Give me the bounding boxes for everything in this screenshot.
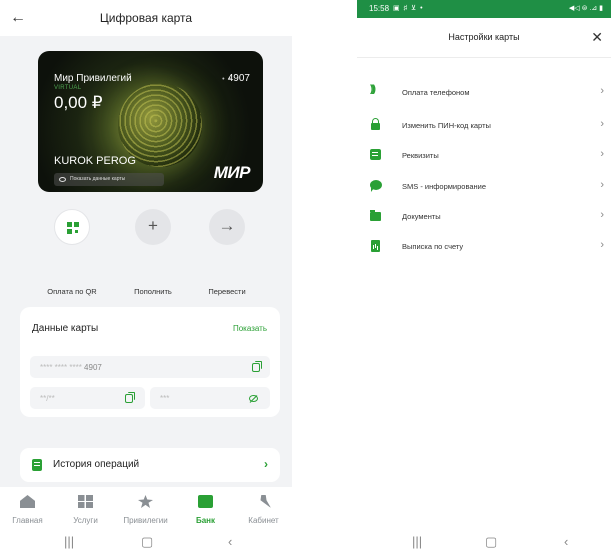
menu-item-label: Изменить ПИН-код карты — [402, 121, 491, 130]
digital-card-screen: ← Цифровая карта Мир Привилегий VIRTUAL … — [0, 0, 292, 558]
eye-off-icon[interactable] — [249, 395, 258, 402]
bottom-tab-bar: Главная Услуги Привилегии Банк Кабинет — [0, 487, 292, 527]
top-up-button[interactable]: + — [135, 209, 171, 245]
grid-icon — [78, 495, 93, 508]
chevron-right-icon: › — [264, 457, 268, 471]
copy-icon[interactable] — [125, 392, 135, 403]
recents-icon[interactable]: ||| — [64, 534, 74, 549]
qr-icon — [67, 222, 79, 234]
document-icon — [370, 149, 381, 160]
pay-by-qr-button[interactable] — [54, 209, 90, 245]
card-details-title: Данные карты — [32, 323, 99, 334]
top-up-label: Пополнить — [134, 287, 172, 296]
tab-home-label: Главная — [12, 516, 43, 525]
cvv-mask: *** — [160, 394, 170, 403]
tab-home[interactable]: Главная — [0, 487, 55, 527]
expiry-field[interactable]: **/** — [30, 387, 145, 409]
chevron-right-icon: › — [600, 148, 604, 160]
menu-item-label: Документы — [402, 212, 441, 221]
user-icon — [256, 495, 271, 508]
top-bar: ← Цифровая карта — [0, 0, 292, 36]
chevron-right-icon: › — [600, 239, 604, 251]
card-type: VIRTUAL — [54, 85, 82, 91]
page-title: Настройки карты — [448, 32, 520, 42]
menu-item-statement[interactable]: Выписка по счету › — [357, 234, 611, 260]
plus-icon: + — [148, 216, 158, 235]
system-nav-bar: ||| ▢ ‹ — [357, 527, 611, 558]
home-icon — [20, 495, 35, 508]
mir-logo: МИР — [213, 163, 251, 182]
lock-icon — [371, 118, 380, 130]
show-card-data-button[interactable]: Показать данные карты — [54, 173, 164, 186]
chevron-right-icon: › — [600, 179, 604, 191]
cvv-field[interactable]: *** — [150, 387, 270, 409]
operations-history-label: История операций — [53, 459, 140, 470]
wallet-icon — [198, 495, 213, 508]
status-bar: 15:58 ▣ ♯ ⊻ • ◀◁ ⊜ .⊿ ▮ — [357, 0, 611, 18]
back-nav-icon[interactable]: ‹ — [564, 534, 568, 549]
system-nav-bar: ||| ▢ ‹ — [0, 527, 292, 558]
card-last4: 4907 — [227, 73, 250, 84]
expiry-mask: **/** — [40, 394, 55, 403]
show-details-link[interactable]: Показать — [233, 324, 267, 333]
menu-item-label: Выписка по счету — [402, 242, 464, 251]
menu-item-requisites[interactable]: Реквизиты › — [357, 143, 611, 169]
card-holder: KUROK PEROG — [54, 155, 136, 167]
top-bar: Настройки карты ✕ — [357, 18, 611, 58]
show-card-data-label: Показать данные карты — [70, 176, 126, 182]
back-nav-icon[interactable]: ‹ — [228, 534, 232, 549]
card-details-panel: Данные карты Показать **** **** **** 490… — [20, 307, 280, 417]
close-icon[interactable]: ✕ — [591, 29, 603, 46]
arrow-right-icon: → — [218, 216, 236, 235]
menu-item-phone-payment[interactable]: Оплата телефоном › — [357, 80, 611, 106]
tab-account-label: Кабинет — [248, 516, 279, 525]
menu-item-change-pin[interactable]: Изменить ПИН-код карты › — [357, 113, 611, 139]
card-balance: 0,00 ₽ — [54, 93, 103, 112]
star-icon — [138, 495, 153, 508]
home-nav-icon[interactable]: ▢ — [485, 534, 497, 550]
chevron-right-icon: › — [600, 209, 604, 221]
chat-icon — [370, 180, 382, 192]
card-settings-screen: 15:58 ▣ ♯ ⊻ • ◀◁ ⊜ .⊿ ▮ Настройки карты … — [357, 0, 611, 558]
tab-bank[interactable]: Банк — [178, 487, 233, 527]
status-system-icons: ◀◁ ⊜ .⊿ ▮ — [568, 5, 603, 12]
tab-privileges[interactable]: Привилегии — [118, 487, 173, 527]
transfer-button[interactable]: → — [209, 209, 245, 245]
tab-bank-label: Банк — [195, 516, 216, 525]
pay-by-qr-label: Оплата по QR — [47, 287, 97, 296]
bank-card[interactable]: Мир Привилегий VIRTUAL • • 4907 0,00 ₽ K… — [38, 51, 263, 192]
eye-icon — [59, 177, 66, 182]
card-number-last4: 4907 — [84, 363, 102, 372]
menu-item-label: Реквизиты — [402, 151, 439, 160]
chevron-right-icon: › — [600, 85, 604, 97]
card-number-mask: **** **** **** — [40, 363, 82, 372]
home-nav-icon[interactable]: ▢ — [141, 534, 153, 550]
tab-account[interactable]: Кабинет — [236, 487, 291, 527]
document-icon — [32, 459, 42, 471]
menu-item-documents[interactable]: Документы › — [357, 204, 611, 230]
statement-icon — [371, 240, 380, 252]
tab-services-label: Услуги — [73, 516, 98, 525]
folder-icon — [370, 210, 381, 221]
status-time: 15:58 — [369, 4, 390, 13]
card-name: Мир Привилегий — [54, 73, 132, 84]
menu-item-sms[interactable]: SMS - информирование › — [357, 174, 611, 200]
nfc-icon — [370, 84, 381, 97]
recents-icon[interactable]: ||| — [412, 534, 422, 549]
page-title: Цифровая карта — [99, 11, 193, 25]
card-number-field[interactable]: **** **** **** 4907 — [30, 356, 270, 378]
status-notification-icons: ▣ ♯ ⊻ • — [393, 5, 424, 12]
tab-privileges-label: Привилегии — [123, 516, 168, 525]
tab-services[interactable]: Услуги — [58, 487, 113, 527]
chevron-right-icon: › — [600, 118, 604, 130]
copy-icon[interactable] — [252, 361, 262, 372]
operations-history-button[interactable]: История операций › — [20, 448, 280, 482]
menu-item-label: Оплата телефоном — [402, 88, 470, 97]
menu-item-label: SMS - информирование — [402, 182, 487, 191]
transfer-label: Перевести — [208, 287, 246, 296]
